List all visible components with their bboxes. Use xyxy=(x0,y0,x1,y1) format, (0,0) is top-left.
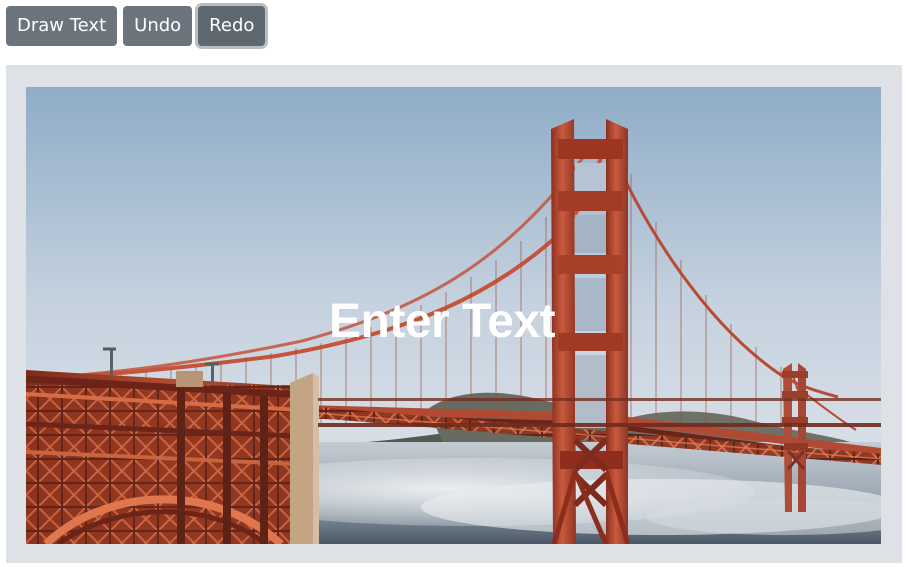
image-canvas[interactable]: Enter Text xyxy=(26,87,881,544)
canvas-frame: Enter Text xyxy=(6,65,902,563)
undo-button[interactable]: Undo xyxy=(123,6,193,46)
redo-button[interactable]: Redo xyxy=(198,6,266,46)
draw-text-button[interactable]: Draw Text xyxy=(6,6,118,46)
toolbar: Draw Text Undo Redo xyxy=(6,6,266,46)
canvas-text-overlay[interactable]: Enter Text xyxy=(329,292,569,352)
